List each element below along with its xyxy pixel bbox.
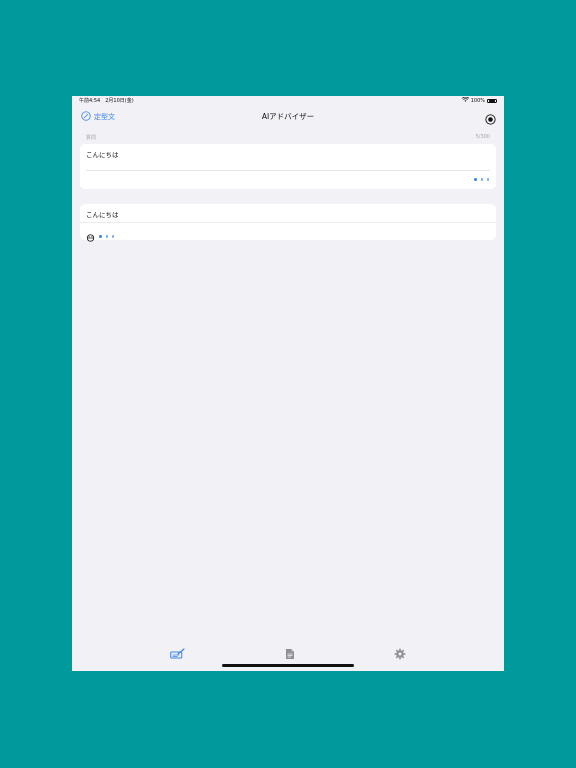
loading-dot — [473, 178, 477, 181]
ai-robot-icon — [86, 227, 95, 246]
battery-percent: 100% — [470, 98, 485, 104]
loading-dot — [106, 235, 109, 238]
wifi-icon — [461, 96, 469, 106]
gear-icon — [394, 645, 406, 664]
answer-card: こんにちは — [80, 204, 496, 242]
question-input[interactable]: こんにちは — [86, 149, 119, 159]
page-title: AIアドバイザー — [261, 112, 315, 121]
home-indicator[interactable] — [222, 664, 354, 667]
status-time: 午前4:54 2月10日(金) — [79, 98, 134, 104]
navigation-bar: 定型文 AIアドバイザー — [72, 108, 504, 126]
document-icon — [285, 645, 295, 664]
device-screen: 午前4:54 2月10日(金) 100% 定型文 AIアドバイザー 質問 5/3… — [72, 96, 504, 671]
record-icon — [485, 110, 496, 129]
tab-bar — [72, 646, 504, 662]
answer-loading-indicator — [99, 235, 115, 238]
divider — [86, 170, 490, 171]
loading-dot — [99, 235, 102, 238]
tab-compose[interactable] — [169, 646, 187, 662]
loading-dot — [112, 235, 115, 238]
question-input-card[interactable]: こんにちは — [80, 144, 496, 189]
divider — [80, 222, 496, 223]
character-count: 5/300 — [475, 134, 490, 140]
question-meta: 質問 5/300 — [86, 134, 490, 142]
tab-documents[interactable] — [281, 646, 299, 662]
loading-dot — [486, 178, 489, 181]
answer-status-row — [86, 227, 115, 246]
status-indicators: 100% — [461, 96, 497, 106]
question-label: 質問 — [86, 135, 97, 141]
loading-indicator — [473, 178, 489, 181]
compose-icon — [170, 645, 186, 664]
tab-settings[interactable] — [391, 646, 409, 662]
battery-icon — [487, 98, 497, 104]
record-button[interactable] — [485, 110, 496, 125]
loading-dot — [480, 178, 483, 181]
answer-question: こんにちは — [86, 211, 119, 219]
status-bar: 午前4:54 2月10日(金) 100% — [72, 96, 504, 106]
